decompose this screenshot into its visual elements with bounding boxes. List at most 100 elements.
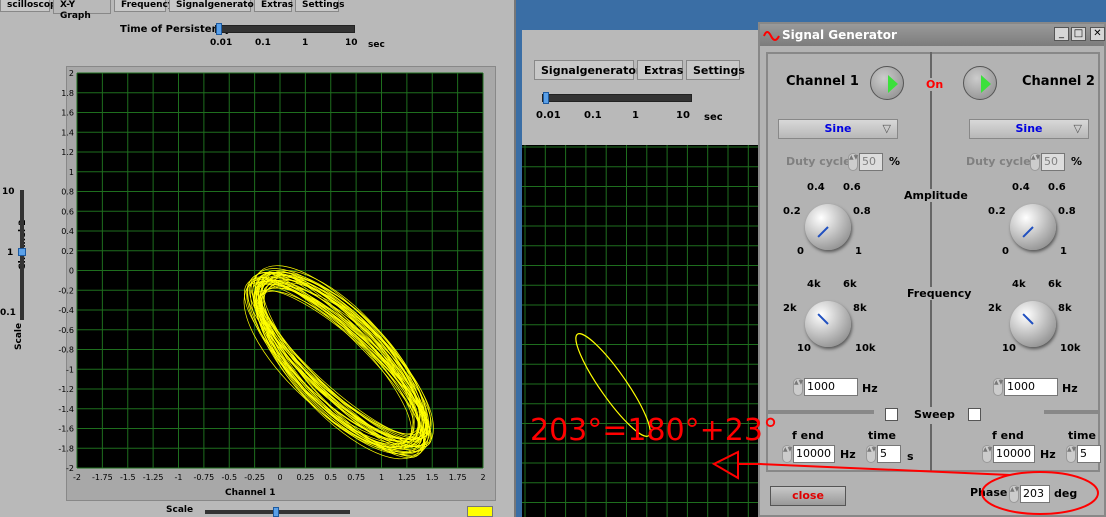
- on-label: On: [924, 78, 946, 91]
- x-tick-label: -2: [73, 473, 81, 482]
- frequency-knob-ch2[interactable]: [1010, 301, 1056, 347]
- x-tick-label: 0: [277, 473, 282, 482]
- scale-slider[interactable]: [18, 190, 26, 320]
- channel-2-label: Channel 2: [1022, 74, 1095, 89]
- channel-2-time-input[interactable]: 5: [1077, 445, 1101, 463]
- hz-unit: Hz: [862, 382, 878, 395]
- knob-tick-label: 4k: [1012, 279, 1026, 290]
- knob-tick-label: 0.4: [807, 182, 825, 193]
- phase-annotation: 203°=180°+23°: [530, 413, 778, 448]
- knob-tick-label: 0.6: [843, 182, 861, 193]
- knob-tick-label: 0.2: [783, 206, 801, 217]
- channel-1-frequency-input[interactable]: 1000: [804, 378, 858, 396]
- channel-1-time-input[interactable]: 5: [877, 445, 901, 463]
- y-tick-label: 1.8: [61, 89, 74, 98]
- persistence-unit: sec: [704, 112, 723, 123]
- knob-tick-label: 10: [1002, 343, 1016, 354]
- amplitude-label: Amplitude: [902, 189, 970, 202]
- time-label: time: [1068, 429, 1096, 442]
- f-end-spinner[interactable]: ▲▼: [982, 445, 992, 463]
- x-tick-label: 1.75: [449, 473, 467, 482]
- y-tick-label: -1.8: [58, 444, 74, 453]
- channel-2-on-toggle[interactable]: [963, 66, 997, 100]
- scale-label: Scale: [14, 322, 24, 350]
- channel-1-waveform-select[interactable]: Sine ▽: [778, 119, 898, 139]
- x-tick-label: 0.25: [296, 473, 314, 482]
- tab-settings[interactable]: Settings: [686, 60, 745, 80]
- x-tick-label: -0.25: [244, 473, 265, 482]
- y-tick-label: 1.6: [61, 109, 74, 118]
- persistence-slider[interactable]: [542, 92, 692, 104]
- y-tick-label: 2: [69, 69, 74, 78]
- x-tick-label: 1.25: [398, 473, 416, 482]
- channel-1-label: Channel 1: [786, 74, 859, 89]
- scale-tick: 0.1: [0, 308, 16, 318]
- knob-tick-label: 1: [855, 246, 862, 257]
- freq-spinner[interactable]: ▲▼: [993, 378, 1003, 396]
- persistence-tick: 10: [676, 110, 690, 121]
- channel-2-frequency-input[interactable]: 1000: [1004, 378, 1058, 396]
- channel-1-f-end-input[interactable]: 10000: [793, 445, 835, 463]
- maximize-button[interactable]: □: [1071, 27, 1086, 41]
- y-tick-label: -1.4: [58, 405, 74, 414]
- close-button[interactable]: close: [770, 486, 846, 506]
- persistence-tick: 1: [632, 110, 639, 121]
- scale-thumb[interactable]: [18, 248, 26, 256]
- tab-signalgenerator[interactable]: Signalgenerator: [534, 60, 641, 80]
- time-spinner[interactable]: ▲▼: [1066, 445, 1076, 463]
- x-tick-label: -1.75: [92, 473, 113, 482]
- title-bar: Signal Generator: [760, 24, 1104, 46]
- sine-app-icon: [763, 31, 780, 41]
- channel-2-duty-input[interactable]: 50: [1041, 153, 1065, 171]
- freq-spinner[interactable]: ▲▼: [793, 378, 803, 396]
- selected-value: Sine: [824, 122, 852, 135]
- channel-1-duty-input[interactable]: 50: [859, 153, 883, 171]
- y-tick-label: -0.6: [58, 326, 74, 335]
- bottom-scale-slider[interactable]: [205, 507, 350, 517]
- channel-1-on-toggle[interactable]: [870, 66, 904, 100]
- slider-thumb[interactable]: [543, 92, 549, 104]
- y-tick-label: 0: [69, 267, 74, 276]
- xy-graph-panel: scilloscope X-Y Graph Frequency Signalgener…: [0, 0, 516, 517]
- scale-tick: 10: [2, 187, 15, 197]
- frequency-knob-ch1[interactable]: [805, 301, 851, 347]
- duty-cycle-label: Duty cycle: [966, 155, 1031, 168]
- signal-generator-window: Signal Generator _ □ ✕ Channel 1 Channel…: [758, 22, 1106, 517]
- x-tick-label: -1: [175, 473, 183, 482]
- knob-tick-label: 0.8: [853, 206, 871, 217]
- hz-unit: Hz: [1040, 448, 1056, 461]
- hz-unit: Hz: [1062, 382, 1078, 395]
- duty-spinner[interactable]: ▲▼: [1030, 153, 1040, 171]
- y-tick-label: 1.2: [61, 148, 74, 157]
- frequency-label: Frequency: [905, 287, 974, 300]
- x-tick-label: 2: [480, 473, 485, 482]
- close-window-button[interactable]: ✕: [1090, 27, 1105, 41]
- y-tick-label: -0.2: [58, 286, 74, 295]
- persistence-ticks: 0.01 0.1 1 10: [536, 110, 706, 124]
- channel-2-sweep-checkbox[interactable]: [968, 408, 981, 421]
- channel-2-waveform-select[interactable]: Sine ▽: [969, 119, 1089, 139]
- chevron-down-icon: ▽: [1073, 122, 1082, 135]
- f-end-spinner[interactable]: ▲▼: [782, 445, 792, 463]
- amplitude-knob-ch2[interactable]: [1010, 204, 1056, 250]
- xy-graph[interactable]: [522, 145, 762, 517]
- channel-1-sweep-checkbox[interactable]: [885, 408, 898, 421]
- deg-unit: deg: [1054, 487, 1078, 500]
- phase-spinner[interactable]: ▲▼: [1009, 485, 1019, 503]
- xy-graph[interactable]: -2 -1.75 -1.5 -1.25 -1 -0.75 -0.5 -0.25 0 0.25 0.5…: [0, 0, 516, 517]
- knob-tick-label: 0: [797, 246, 804, 257]
- trace-color-swatch[interactable]: [467, 506, 493, 517]
- channel-2-f-end-input[interactable]: 10000: [993, 445, 1035, 463]
- knob-tick-label: 1: [1060, 246, 1067, 257]
- amplitude-knob-ch1[interactable]: [805, 204, 851, 250]
- duty-spinner[interactable]: ▲▼: [848, 153, 858, 171]
- phase-input[interactable]: 203: [1020, 485, 1050, 503]
- tab-extras[interactable]: Extras: [637, 60, 683, 80]
- minimize-button[interactable]: _: [1054, 27, 1069, 41]
- time-spinner[interactable]: ▲▼: [866, 445, 876, 463]
- y-tick-label: 0.6: [61, 207, 74, 216]
- bottom-scale-thumb[interactable]: [273, 507, 279, 517]
- y-tick-label: 1: [69, 168, 74, 177]
- x-axis-label: Channel 1: [225, 488, 276, 498]
- bottom-scale-label: Scale: [166, 505, 194, 515]
